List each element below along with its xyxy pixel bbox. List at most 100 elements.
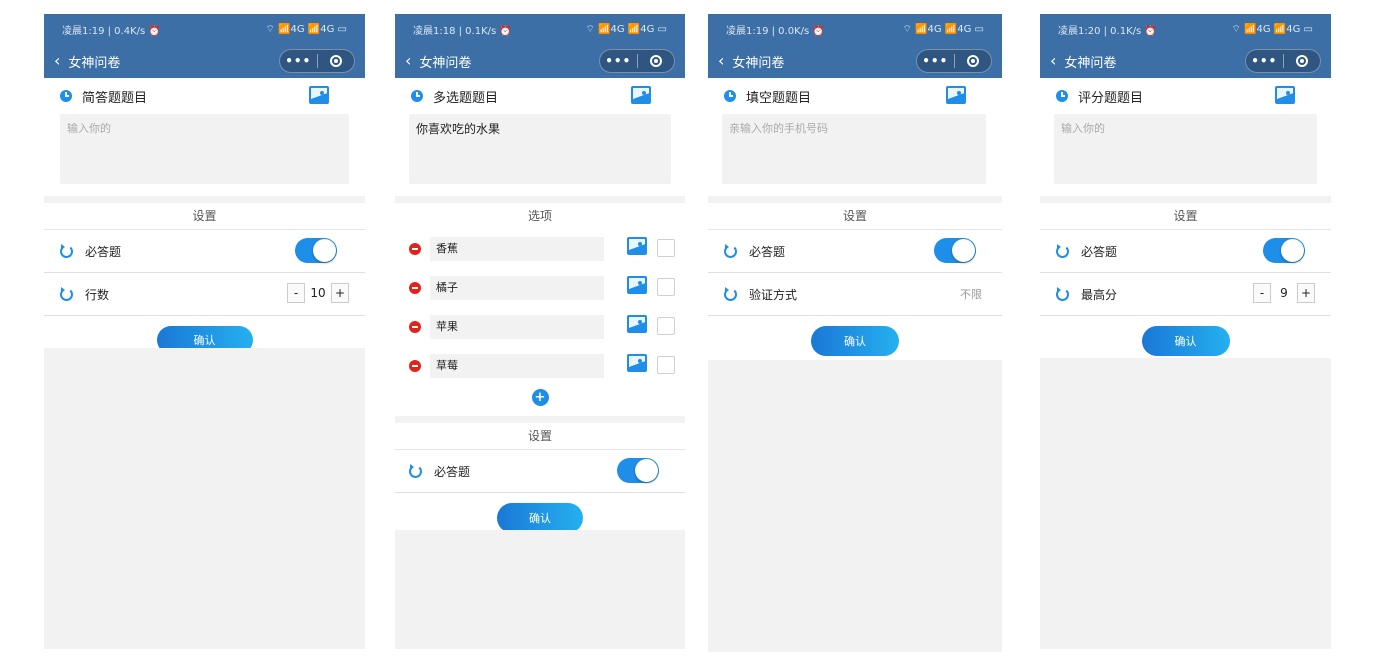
confirm-button[interactable]: 确认 [1141,326,1230,356]
refresh-icon [724,243,737,258]
required-label: 必答题 [1081,244,1118,259]
option-input[interactable]: 橘子 [430,275,604,300]
required-toggle[interactable] [617,458,659,483]
required-row: 必答题 [44,230,365,273]
back-icon[interactable]: ‹ [54,53,60,69]
clock-icon [1056,90,1068,102]
phone-screen-rating: 凌晨1:20 | 0.1K/s ⏰ ⌔ 📶4G 📶4G ▭ ‹ 女神问卷 •••… [1040,14,1331,649]
nav-title: 女神问卷 [68,55,121,71]
required-label: 必答题 [85,244,122,259]
close-target-icon[interactable] [638,55,675,67]
option-checkbox[interactable] [657,317,675,335]
image-icon[interactable] [946,86,966,104]
verify-value[interactable]: 不限 [960,286,982,302]
add-option-icon[interactable]: + [531,389,549,406]
refresh-icon [724,286,737,301]
decrement-button[interactable]: - [1253,283,1271,303]
rows-value[interactable]: 10 [305,286,331,300]
status-time: 凌晨1:19 | 0.4K/s ⏰ [62,25,161,37]
question-header: 评分题题目 [1040,78,1331,114]
question-title: 评分题题目 [1078,90,1144,106]
required-toggle[interactable] [934,238,976,263]
required-toggle[interactable] [1263,238,1305,263]
phone-screen-short-answer: 凌晨1:19 | 0.4K/s ⏰ ⌔ 📶4G 📶4G ▭ ‹ 女神问卷 •••… [44,14,365,649]
more-icon[interactable]: ••• [917,54,954,68]
status-signals: ⌔ 📶4G 📶4G ▭ [585,23,667,35]
image-icon[interactable] [309,86,329,104]
refresh-icon [60,243,73,258]
delete-option-icon[interactable] [409,320,421,333]
image-icon[interactable] [627,276,647,294]
nav-title: 女神问卷 [419,55,472,71]
settings-title: 设置 [395,423,685,450]
settings-title: 设置 [708,203,1002,230]
image-icon[interactable] [627,237,647,255]
nav-bar: ‹ 女神问卷 ••• [395,44,685,78]
more-icon[interactable]: ••• [1246,54,1283,68]
empty-area [395,530,685,649]
back-icon[interactable]: ‹ [718,53,724,69]
section-divider [395,196,685,203]
mini-program-capsule: ••• [1245,49,1321,73]
close-target-icon[interactable] [955,55,992,67]
confirm-button[interactable]: 确认 [497,503,583,533]
back-icon[interactable]: ‹ [1050,53,1056,69]
confirm-button[interactable]: 确认 [811,326,899,356]
option-item: 苹果 [395,307,685,346]
nav-title: 女神问卷 [1064,55,1117,71]
empty-area [44,348,365,649]
option-input[interactable]: 香蕉 [430,236,604,261]
question-title: 简答题题目 [82,90,148,106]
close-target-icon[interactable] [318,55,355,67]
required-label: 必答题 [434,464,471,479]
close-target-icon[interactable] [1284,55,1321,67]
image-icon[interactable] [627,315,647,333]
empty-area [708,360,1002,652]
decrement-button[interactable]: - [287,283,305,303]
required-row: 必答题 [395,450,685,493]
question-input[interactable]: 你喜欢吃的水果 [409,114,671,184]
option-input[interactable]: 草莓 [430,353,604,378]
refresh-icon [409,463,422,478]
nav-bar: ‹ 女神问卷 ••• [708,44,1002,78]
mini-program-capsule: ••• [916,49,992,73]
settings-title: 设置 [44,203,365,230]
more-icon[interactable]: ••• [280,54,317,68]
section-divider [708,196,1002,203]
max-score-value[interactable]: 9 [1271,286,1297,300]
options-title: 选项 [527,209,552,223]
option-checkbox[interactable] [657,356,675,374]
option-input[interactable]: 苹果 [430,314,604,339]
option-item: 香蕉 [395,229,685,268]
increment-button[interactable]: + [1297,283,1315,303]
settings-title: 设置 [1040,203,1331,230]
increment-button[interactable]: + [331,283,349,303]
option-item: 草莓 [395,346,685,385]
status-time: 凌晨1:18 | 0.1K/s ⏰ [413,25,512,37]
status-time: 凌晨1:20 | 0.1K/s ⏰ [1058,25,1157,37]
delete-option-icon[interactable] [409,281,421,294]
option-checkbox[interactable] [657,239,675,257]
clock-icon [724,90,736,102]
section-divider [44,196,365,203]
phone-screen-fill-blank: 凌晨1:19 | 0.0K/s ⏰ ⌔ 📶4G 📶4G ▭ ‹ 女神问卷 •••… [708,14,1002,652]
question-input[interactable]: 输入你的 [1054,114,1317,184]
refresh-icon [1056,286,1069,301]
mini-program-capsule: ••• [599,49,675,73]
question-title: 多选题题目 [433,90,499,106]
required-toggle[interactable] [295,238,337,263]
status-signals: ⌔ 📶4G 📶4G ▭ [902,23,984,35]
delete-option-icon[interactable] [409,242,421,255]
more-icon[interactable]: ••• [600,54,637,68]
image-icon[interactable] [1275,86,1295,104]
question-input[interactable]: 输入你的 [60,114,349,184]
image-icon[interactable] [631,86,651,104]
option-checkbox[interactable] [657,278,675,296]
verify-row[interactable]: 验证方式 不限 [708,273,1002,316]
delete-option-icon[interactable] [409,359,421,372]
back-icon[interactable]: ‹ [405,53,411,69]
refresh-icon [1056,243,1069,258]
question-input[interactable]: 亲输入你的手机号码 [722,114,986,184]
image-icon[interactable] [627,354,647,372]
status-bar: 凌晨1:19 | 0.0K/s ⏰ ⌔ 📶4G 📶4G ▭ [708,14,1002,44]
